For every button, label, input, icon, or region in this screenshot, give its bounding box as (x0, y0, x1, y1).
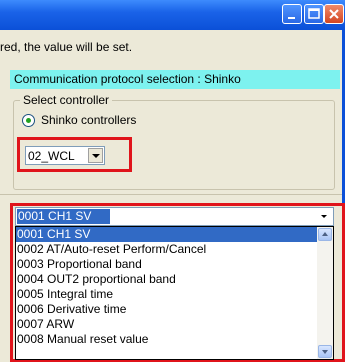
controller-group-legend: Select controller (20, 93, 113, 107)
shinko-controllers-radio[interactable]: Shinko controllers (22, 113, 136, 127)
list-item[interactable]: 0003 Proportional band (16, 257, 319, 272)
list-item[interactable]: 0002 AT/Auto-reset Perform/Cancel (16, 242, 319, 257)
parameter-dropdown-list[interactable]: 0001 CH1 SV 0002 AT/Auto-reset Perform/Ca… (15, 226, 334, 360)
chevron-down-icon[interactable] (88, 148, 103, 163)
scroll-down-icon[interactable] (318, 345, 332, 358)
list-item[interactable]: 0007 ARW (16, 317, 319, 332)
list-item[interactable]: 0001 CH1 SV (16, 227, 319, 242)
list-item[interactable]: 0006 Derivative time (16, 302, 319, 317)
controller-select[interactable]: 02_WCL (25, 146, 105, 165)
scroll-up-icon[interactable] (318, 228, 332, 241)
maximize-icon[interactable] (304, 4, 324, 24)
parameter-combo-value: 0001 CH1 SV (17, 209, 110, 224)
protocol-banner: Communication protocol selection : Shink… (10, 70, 340, 89)
controller-select-value: 02_WCL (28, 149, 75, 163)
parameter-combo[interactable]: 0001 CH1 SV (15, 207, 334, 226)
radio-selected-icon[interactable] (22, 113, 35, 127)
list-item[interactable]: 0005 Integral time (16, 287, 319, 302)
list-item[interactable]: 0008 Manual reset value (16, 332, 319, 347)
divider (0, 194, 342, 195)
close-icon[interactable] (324, 4, 344, 24)
list-scrollbar[interactable] (317, 227, 333, 359)
radio-label: Shinko controllers (41, 113, 137, 127)
title-bar (0, 0, 345, 30)
info-text: red, the value will be set. (0, 40, 133, 54)
chevron-down-icon[interactable] (317, 209, 332, 224)
minimize-icon[interactable] (282, 4, 302, 24)
list-item[interactable]: 0004 OUT2 proportional band (16, 272, 319, 287)
